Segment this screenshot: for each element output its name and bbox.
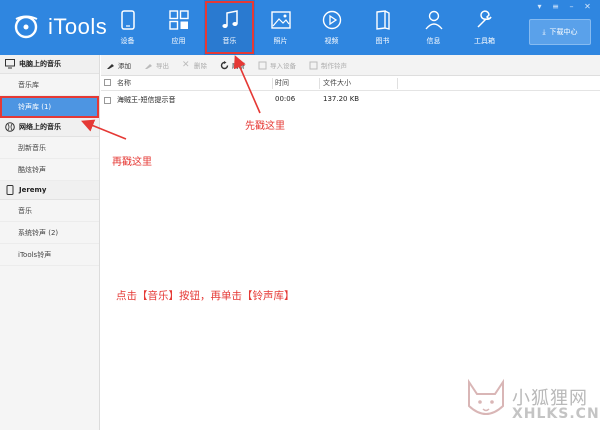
column-time[interactable]: 时间 xyxy=(275,78,289,88)
annotation-second: 再戳这里 xyxy=(112,157,152,168)
user-icon xyxy=(423,9,445,31)
shirt-icon[interactable]: ▾ xyxy=(535,2,544,11)
nav-label: 应用 xyxy=(171,37,186,45)
sidebar-section-online: 网络上的音乐 xyxy=(0,118,99,137)
nav-label: 图书 xyxy=(375,37,390,45)
column-size[interactable]: 文件大小 xyxy=(323,78,351,88)
make-ringtone-button[interactable]: 制作铃声 xyxy=(309,60,347,70)
nav-label: 设备 xyxy=(120,37,135,45)
nav-device[interactable]: 设备 xyxy=(102,0,153,55)
nav-label: 音乐 xyxy=(222,37,237,45)
refresh-icon xyxy=(220,60,229,70)
export-icon xyxy=(144,61,153,70)
menu-icon[interactable]: ≡ xyxy=(551,2,560,11)
delete-button[interactable]: ✕ 删除 xyxy=(182,60,207,70)
wrench-icon xyxy=(474,9,496,31)
watermark-domain: XHLKS.CN xyxy=(512,406,600,422)
nav-music[interactable]: 音乐 xyxy=(204,0,255,55)
minimize-icon[interactable]: – xyxy=(567,2,576,11)
column-divider xyxy=(397,78,398,89)
export-button[interactable]: 导出 xyxy=(144,60,169,70)
row-size: 137.20 KB xyxy=(323,95,360,103)
sidebar-item-cool-ringtones[interactable]: 酷炫铃声 xyxy=(0,159,99,181)
import-device-label: 导入设备 xyxy=(270,62,296,70)
table-row[interactable]: 海贼王-短信提示音 00:06 137.20 KB xyxy=(101,94,600,108)
download-center-button[interactable]: ⤓ 下载中心 xyxy=(529,19,591,45)
window-controls: ▾ ≡ – ✕ xyxy=(535,2,592,11)
nav-label: 视频 xyxy=(324,37,339,45)
app-logo: iTools xyxy=(10,12,107,42)
phone-icon xyxy=(117,9,139,31)
nav-video[interactable]: 视频 xyxy=(306,0,357,55)
download-center-label: 下载中心 xyxy=(549,28,578,36)
ringtone-icon xyxy=(309,61,318,70)
nav-toolbox[interactable]: 工具箱 xyxy=(459,0,510,55)
phone-icon xyxy=(5,185,15,195)
column-divider xyxy=(319,78,320,89)
picture-icon xyxy=(270,9,292,31)
sidebar-item-ringtone-library[interactable]: 铃声库 (1) xyxy=(0,96,99,118)
table-header: 名称 时间 文件大小 xyxy=(101,76,600,91)
select-all-checkbox[interactable] xyxy=(104,79,111,86)
nav-apps[interactable]: 应用 xyxy=(153,0,204,55)
export-label: 导出 xyxy=(156,62,169,70)
section-label: Jeremy xyxy=(19,186,47,194)
nav-photos[interactable]: 照片 xyxy=(255,0,306,55)
nav-books[interactable]: 图书 xyxy=(357,0,408,55)
refresh-label: 刷新 xyxy=(232,62,245,70)
main-nav: 设备 应用 音乐 照片 视频 图书 信息 工具箱 xyxy=(102,0,510,55)
globe-icon xyxy=(5,122,15,132)
sidebar: 电脑上的音乐 音乐库 铃声库 (1) 网络上的音乐 刮新音乐 酷炫铃声 Jere… xyxy=(0,55,100,430)
sidebar-item-music-library[interactable]: 音乐库 xyxy=(0,74,99,96)
itools-logo-icon xyxy=(10,12,42,42)
sidebar-item-new-music[interactable]: 刮新音乐 xyxy=(0,137,99,159)
row-name: 海贼王-短信提示音 xyxy=(117,96,176,104)
row-checkbox[interactable] xyxy=(104,97,111,104)
add-icon xyxy=(106,61,115,70)
book-icon xyxy=(372,9,394,31)
nav-info[interactable]: 信息 xyxy=(408,0,459,55)
add-button[interactable]: 添加 xyxy=(106,60,131,70)
nav-label: 信息 xyxy=(426,37,441,45)
column-divider xyxy=(272,78,273,89)
import-icon xyxy=(258,61,267,70)
sidebar-section-device: Jeremy xyxy=(0,181,99,200)
make-ringtone-label: 制作铃声 xyxy=(321,62,347,70)
fox-logo-icon xyxy=(463,378,509,422)
import-device-button[interactable]: 导入设备 xyxy=(258,60,296,70)
annotation-first: 先戳这里 xyxy=(245,121,285,132)
sidebar-item-itools-ringtones[interactable]: iTools铃声 xyxy=(0,244,99,266)
section-label: 电脑上的音乐 xyxy=(19,60,61,68)
toolbar: 添加 导出 ✕ 删除 刷新 导入设备 制作铃声 xyxy=(101,55,600,76)
close-icon[interactable]: ✕ xyxy=(583,2,592,11)
nav-label: 工具箱 xyxy=(474,37,495,45)
apps-grid-icon xyxy=(168,9,190,31)
section-label: 网络上的音乐 xyxy=(19,123,61,131)
delete-label: 删除 xyxy=(194,62,207,70)
music-note-icon xyxy=(219,9,241,31)
app-title: iTools xyxy=(48,14,108,39)
download-icon: ⤓ xyxy=(542,27,546,36)
nav-label: 照片 xyxy=(273,37,288,45)
refresh-button[interactable]: 刷新 xyxy=(220,60,245,70)
monitor-icon xyxy=(5,59,15,69)
row-time: 00:06 xyxy=(275,95,296,103)
sidebar-item-system-ringtones[interactable]: 系统铃声 (2) xyxy=(0,222,99,244)
play-icon xyxy=(321,9,343,31)
sidebar-item-device-music[interactable]: 音乐 xyxy=(0,200,99,222)
delete-icon: ✕ xyxy=(182,59,190,70)
top-bar: iTools 设备 应用 音乐 照片 视频 图书 信息 工具箱 ▾ ≡ – ✕ … xyxy=(0,0,600,55)
annotation-instruction: 点击【音乐】按钮，再单击【铃声库】 xyxy=(116,290,295,302)
column-name[interactable]: 名称 xyxy=(117,78,131,88)
sidebar-section-pc: 电脑上的音乐 xyxy=(0,55,99,74)
add-label: 添加 xyxy=(118,62,131,70)
